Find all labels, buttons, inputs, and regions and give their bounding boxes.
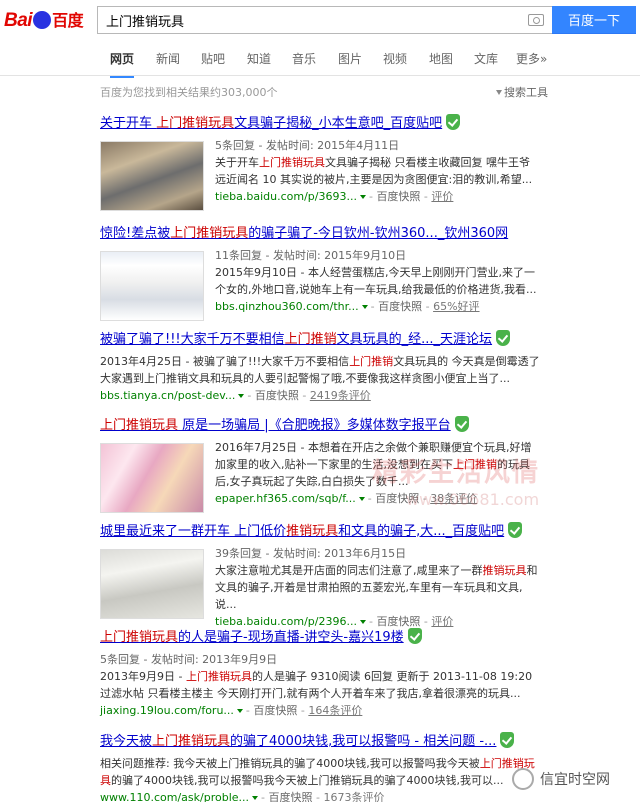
verified-shield-icon[interactable] bbox=[500, 732, 515, 748]
paw-icon bbox=[33, 11, 52, 29]
verified-shield-icon[interactable] bbox=[454, 416, 469, 432]
baidu-logo[interactable]: Bai 百度 bbox=[4, 7, 84, 32]
search-tools-button[interactable]: 搜索工具 bbox=[496, 84, 548, 100]
wechat-icon bbox=[512, 768, 534, 790]
result-snippet: 2013年9月9日 - 上门推销玩具的人是骗子 9310阅读 6回复 更新于 2… bbox=[100, 670, 533, 700]
result-snippet: 相关问题推荐: 我今天被上门推销玩具的骗了4000块钱,我可以报警吗我今天被上门… bbox=[100, 757, 535, 787]
result-url[interactable]: bbs.tianya.cn/post-dev... bbox=[100, 389, 235, 402]
search-result: 城里最近来了一群开车 上门低价推销玩具和文具的骗子,大..._百度贴吧 39条回… bbox=[100, 520, 540, 630]
result-title-link[interactable]: 我今天被上门推销玩具的骗了4000块钱,我可以报警吗 - 相关问题 -... bbox=[100, 734, 496, 749]
tab-web[interactable]: 网页 bbox=[110, 50, 135, 78]
rating-link[interactable]: 1673条评价 bbox=[323, 791, 384, 802]
result-url[interactable]: jiaxing.19lou.com/foru... bbox=[100, 704, 234, 717]
result-title-link[interactable]: 上门推销玩具的人是骗子-现场直播-讲空头-嘉兴19楼 bbox=[100, 630, 404, 645]
search-nav-tabs: 网页 新闻 贴吧 知道 音乐 图片 视频 地图 文库 更多» bbox=[0, 40, 640, 78]
dropdown-arrow-icon[interactable] bbox=[359, 195, 366, 199]
result-meta: 5条回复 - 发帖时间: 2013年9月9日 bbox=[100, 653, 278, 666]
cache-link[interactable]: 百度快照 bbox=[255, 389, 299, 402]
dropdown-arrow-icon[interactable] bbox=[358, 497, 365, 501]
result-title-link[interactable]: 被骗了骗了!!!大家千万不要相信上门推销文具玩具的_经..._天涯论坛 bbox=[100, 332, 492, 347]
verified-shield-icon[interactable] bbox=[446, 114, 461, 130]
search-result: 上门推销玩具的人是骗子-现场直播-讲空头-嘉兴19楼 5条回复 - 发帖时间: … bbox=[100, 626, 540, 719]
dropdown-arrow-icon[interactable] bbox=[361, 305, 368, 309]
result-url[interactable]: tieba.baidu.com/p/3693... bbox=[215, 190, 357, 203]
tab-music[interactable]: 音乐 bbox=[292, 50, 316, 67]
rating-link[interactable]: 164条评价 bbox=[308, 704, 362, 717]
result-meta: 39条回复 - 发帖时间: 2013年6月15日 bbox=[215, 547, 407, 560]
result-count: 百度为您找到相关结果约303,000个 bbox=[100, 86, 278, 99]
search-result: 我今天被上门推销玩具的骗了4000块钱,我可以报警吗 - 相关问题 -... 相… bbox=[100, 730, 540, 802]
verified-shield-icon[interactable] bbox=[508, 522, 523, 538]
result-thumbnail[interactable] bbox=[100, 251, 204, 321]
cache-link[interactable]: 百度快照 bbox=[253, 704, 297, 717]
result-url[interactable]: epaper.hf365.com/sqb/f... bbox=[215, 492, 356, 505]
watermark-text: 精彩生活风情 bbox=[372, 458, 541, 488]
account-watermark: 信宜时空网 bbox=[512, 768, 610, 790]
verified-shield-icon[interactable] bbox=[496, 330, 511, 346]
dropdown-arrow-icon[interactable] bbox=[238, 394, 245, 398]
tab-more[interactable]: 更多» bbox=[516, 50, 547, 67]
result-meta: 11条回复 - 发帖时间: 2015年9月10日 bbox=[215, 249, 407, 262]
camera-icon[interactable] bbox=[528, 14, 544, 26]
result-url[interactable]: bbs.qinzhou360.com/thr... bbox=[215, 300, 359, 313]
result-url[interactable]: www.110.com/ask/proble... bbox=[100, 791, 249, 802]
tab-news[interactable]: 新闻 bbox=[156, 50, 180, 67]
result-title-link[interactable]: 惊险!差点被上门推销玩具的骗子骗了-今日钦州-钦州360..._钦州360网 bbox=[100, 226, 508, 241]
tab-map[interactable]: 地图 bbox=[429, 50, 453, 67]
cache-link[interactable]: 百度快照 bbox=[268, 791, 312, 802]
result-snippet: 关于开车上门推销玩具文具骗子揭秘 只看楼主收藏回复 嘿牛王爷 远近闻名 10 其… bbox=[215, 156, 533, 186]
result-thumbnail[interactable] bbox=[100, 549, 204, 619]
result-thumbnail[interactable] bbox=[100, 443, 204, 513]
verified-shield-icon[interactable] bbox=[407, 628, 422, 644]
result-snippet: 2013年4月25日 - 被骗了骗了!!!大家千万不要相信上门推销文具玩具的 今… bbox=[100, 355, 540, 385]
search-result: 被骗了骗了!!!大家千万不要相信上门推销文具玩具的_经..._天涯论坛 2013… bbox=[100, 330, 540, 402]
watermark-url: www.06681.com bbox=[406, 490, 540, 509]
result-snippet: 2015年9月10日 - 本人经营蛋糕店,今天早上刚刚开门营业,来了一个女的,外… bbox=[215, 266, 537, 296]
tab-zhidao[interactable]: 知道 bbox=[247, 50, 271, 67]
result-title-link[interactable]: 城里最近来了一群开车 上门低价推销玩具和文具的骗子,大..._百度贴吧 bbox=[100, 524, 504, 539]
rating-link[interactable]: 65%好评 bbox=[433, 300, 479, 313]
tab-video[interactable]: 视频 bbox=[383, 50, 407, 67]
tab-tieba[interactable]: 贴吧 bbox=[201, 50, 225, 67]
rating-link[interactable]: 评价 bbox=[431, 190, 453, 203]
dropdown-arrow-icon[interactable] bbox=[252, 796, 259, 800]
result-thumbnail[interactable] bbox=[100, 141, 204, 211]
search-button[interactable]: 百度一下 bbox=[552, 6, 636, 34]
tab-wenku[interactable]: 文库 bbox=[474, 50, 498, 67]
result-title-link[interactable]: 关于开车 上门推销玩具文具骗子揭秘_小本生意吧_百度贴吧 bbox=[100, 116, 442, 131]
dropdown-arrow-icon[interactable] bbox=[236, 709, 243, 713]
dropdown-arrow-icon[interactable] bbox=[359, 620, 366, 624]
search-result: 关于开车 上门推销玩具文具骗子揭秘_小本生意吧_百度贴吧 5条回复 - 发帖时间… bbox=[100, 112, 540, 211]
result-snippet: 大家注意啦尤其是开店面的同志们注意了,咸里来了一群推销玩具和文具的骗子,开着是甘… bbox=[215, 564, 538, 611]
top-bar: Bai百度 百度一下 bbox=[0, 0, 640, 40]
search-box bbox=[97, 6, 552, 34]
tab-images[interactable]: 图片 bbox=[338, 50, 362, 67]
result-meta: 5条回复 - 发帖时间: 2015年4月11日 bbox=[215, 139, 400, 152]
rating-link[interactable]: 2419条评价 bbox=[310, 389, 371, 402]
result-title-link[interactable]: 上门推销玩具 原是一场骗局 |《合肥晚报》多媒体数字报平台 bbox=[100, 418, 451, 433]
cache-link[interactable]: 百度快照 bbox=[376, 190, 420, 203]
filter-icon bbox=[496, 90, 502, 95]
search-input[interactable] bbox=[98, 7, 518, 33]
search-result: 惊险!差点被上门推销玩具的骗子骗了-今日钦州-钦州360..._钦州360网 1… bbox=[100, 222, 540, 321]
cache-link[interactable]: 百度快照 bbox=[378, 300, 422, 313]
